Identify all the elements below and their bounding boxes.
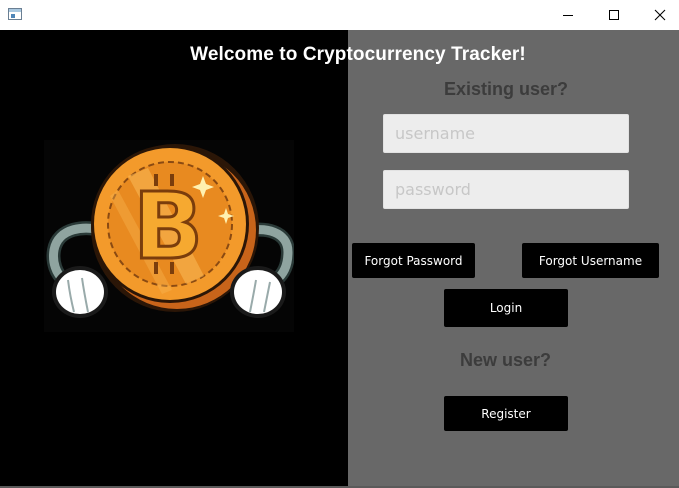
main-content: B Welcome to Cryptocurrency Tracker! Exi… <box>0 30 679 486</box>
forgot-password-button[interactable]: Forgot Password <box>352 243 475 278</box>
app-window-icon <box>8 8 22 20</box>
minimize-icon <box>563 15 573 16</box>
svg-text:B: B <box>133 173 203 280</box>
close-button[interactable] <box>637 0 679 30</box>
login-button[interactable]: Login <box>444 289 568 327</box>
welcome-title: Welcome to Cryptocurrency Tracker! <box>190 44 526 65</box>
register-button[interactable]: Register <box>444 396 568 431</box>
username-field[interactable] <box>383 114 629 153</box>
maximize-icon <box>609 10 619 20</box>
left-panel: B <box>0 30 348 486</box>
maximize-button[interactable] <box>591 0 637 30</box>
close-icon <box>654 9 666 21</box>
existing-user-heading: Existing user? <box>444 79 569 99</box>
minimize-button[interactable] <box>545 0 591 30</box>
bitcoin-mascot-icon: B <box>44 140 294 332</box>
welcome-banner: Welcome to Cryptocurrency Tracker! <box>0 30 679 90</box>
forgot-username-button[interactable]: Forgot Username <box>522 243 659 278</box>
title-bar <box>0 0 679 30</box>
password-field[interactable] <box>383 170 629 209</box>
new-user-heading: New user? <box>460 350 552 370</box>
